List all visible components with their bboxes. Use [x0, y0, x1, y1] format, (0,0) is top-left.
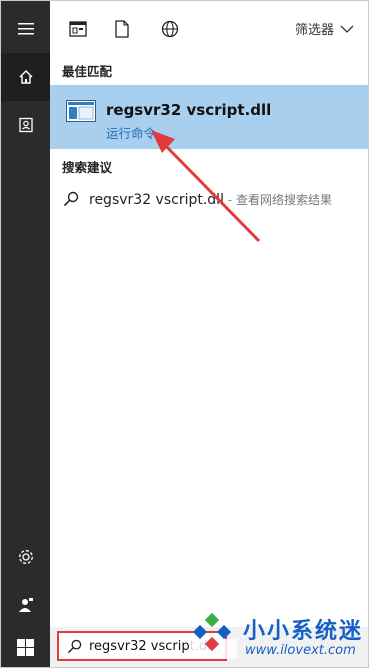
home-button[interactable] [1, 53, 50, 101]
notebook-button[interactable] [1, 101, 50, 149]
feedback-button[interactable] [1, 581, 50, 629]
suggestion-query: regsvr32 vscript.dll [89, 192, 224, 208]
settings-button[interactable] [1, 533, 50, 581]
person-feedback-icon [18, 598, 33, 612]
best-match-heading: 最佳匹配 [62, 64, 113, 79]
web-globe-icon [161, 20, 179, 38]
best-match-title: regsvr32 vscript.dll [106, 101, 272, 119]
watermark-text: 小小系统迷 [243, 619, 364, 644]
gear-icon [18, 550, 33, 564]
filter-label: 筛选器 [294, 23, 334, 38]
suggestion-hint: 查看网络搜索结果 [235, 193, 332, 207]
search-icon [63, 191, 79, 207]
watermark: 小小系统迷 www.ilovext.com [187, 605, 367, 667]
search-icon [67, 639, 82, 654]
run-command-icon [66, 100, 96, 122]
suggestion-separator: - [223, 193, 236, 207]
watermark-url: www.ilovext.com [245, 643, 356, 658]
suggestion-item[interactable]: regsvr32 vscript.dll - 查看网络搜索结果 [50, 183, 368, 217]
notebook-icon [18, 117, 33, 133]
left-rail [1, 1, 50, 667]
hamburger-menu-button[interactable] [1, 5, 50, 53]
documents-filter-button[interactable] [110, 17, 134, 41]
web-filter-button[interactable] [158, 17, 182, 41]
windows-logo-icon [17, 638, 34, 656]
best-match-subtitle: 运行命令 [106, 126, 157, 141]
best-match-result[interactable]: regsvr32 vscript.dll 运行命令 [50, 85, 368, 149]
chevron-down-icon [340, 25, 354, 33]
hamburger-icon [17, 23, 34, 35]
document-icon [115, 20, 129, 38]
watermark-logo-icon [189, 612, 237, 659]
search-suggestions-heading: 搜索建议 [62, 160, 113, 175]
search-toolbar: 筛选器 [50, 1, 368, 57]
start-button[interactable] [1, 627, 50, 667]
apps-icon [69, 21, 87, 37]
search-panel: 筛选器 最佳匹配 regsvr32 vscript.dll 运行命令 搜索建议 … [0, 0, 369, 668]
filter-dropdown[interactable]: 筛选器 [295, 19, 354, 38]
apps-filter-button[interactable] [66, 17, 90, 41]
home-icon [19, 70, 32, 84]
